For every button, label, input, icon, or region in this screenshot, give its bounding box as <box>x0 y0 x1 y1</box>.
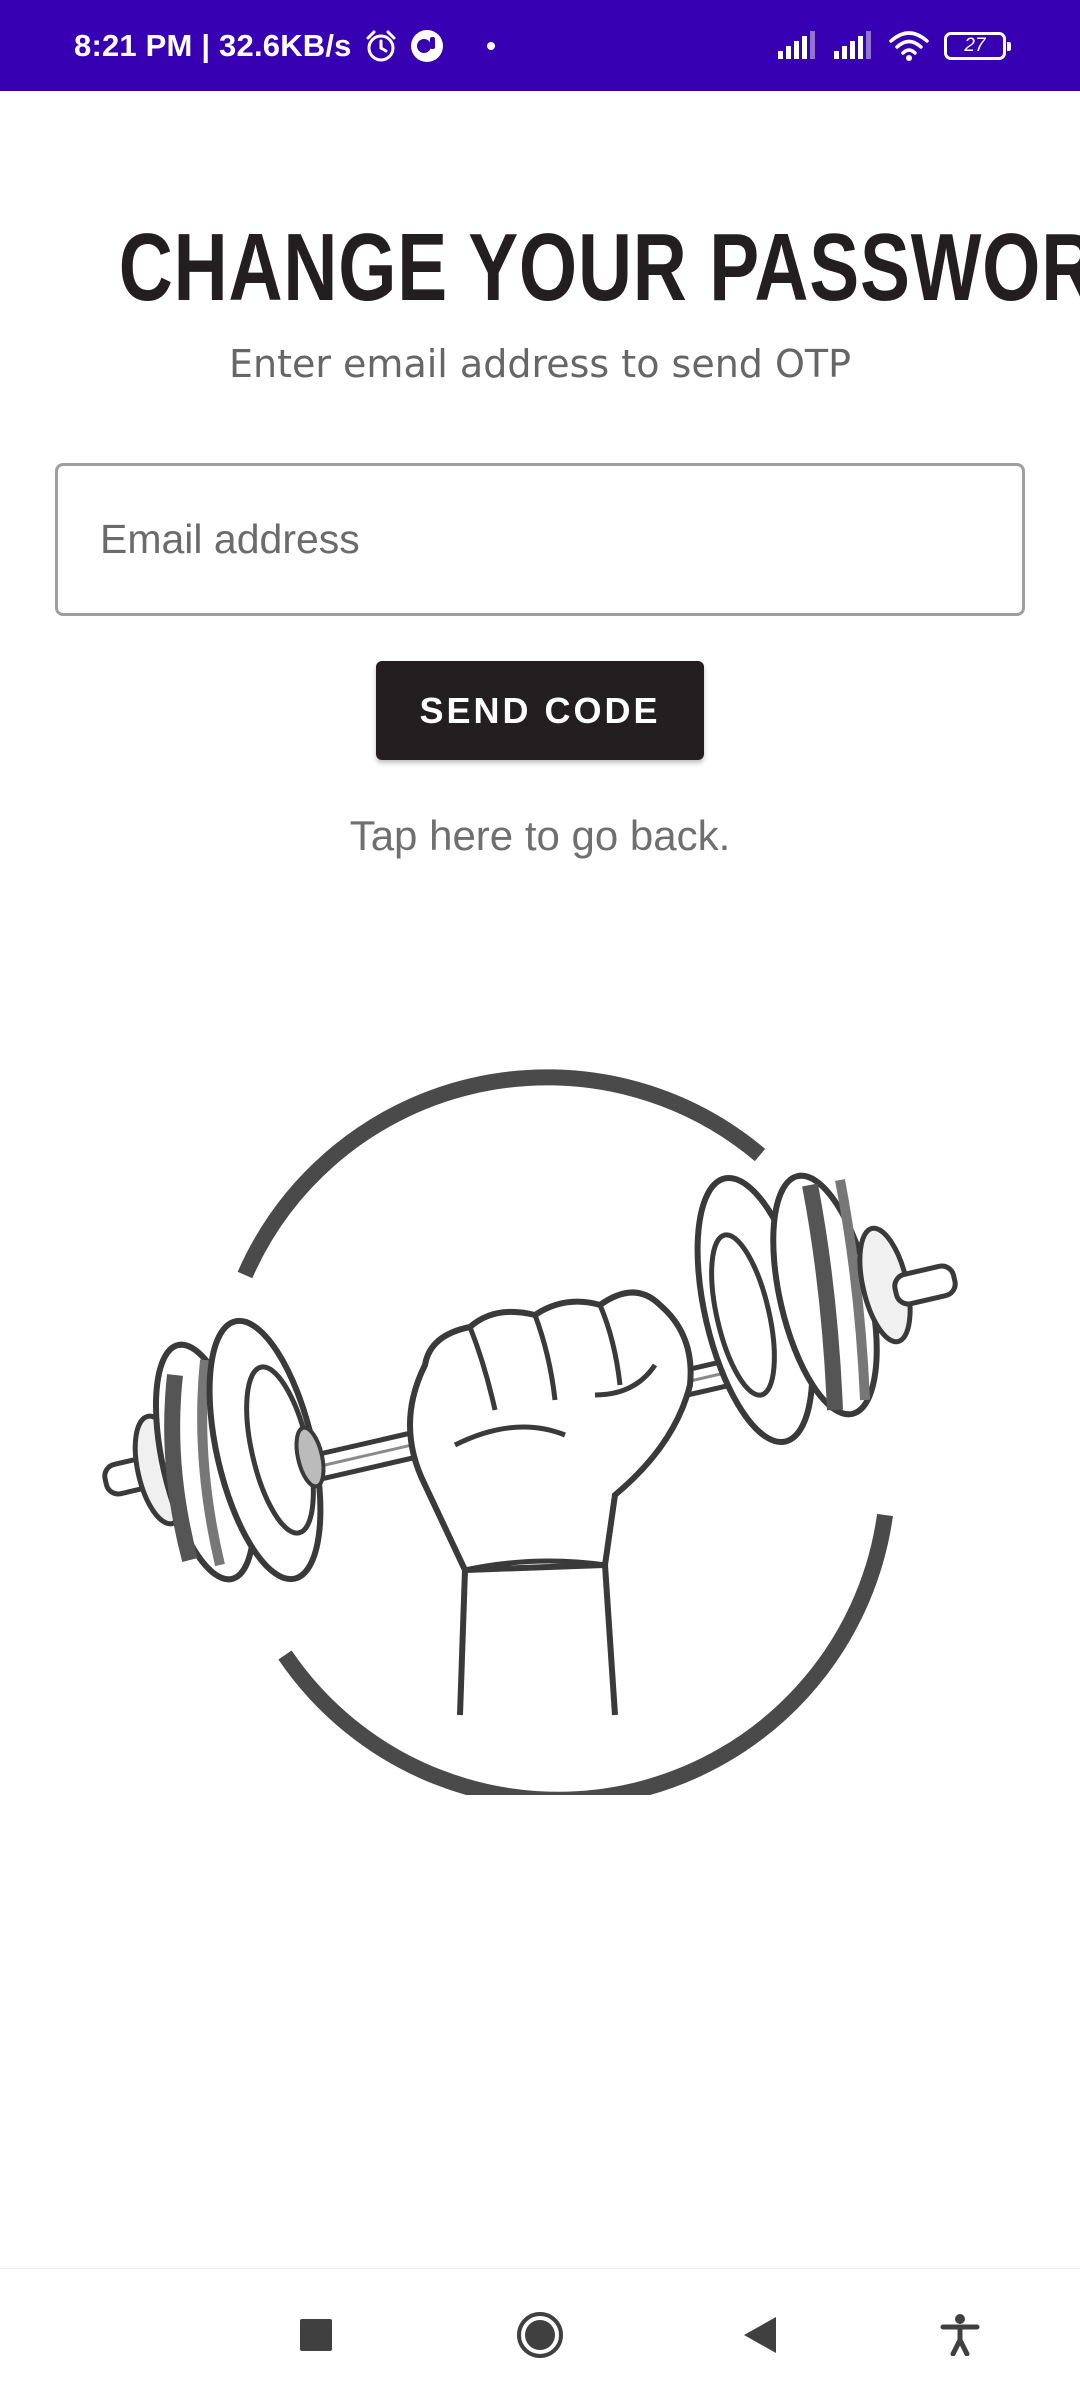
change-password-screen: 8:21 PM | 32.6KB/s 27 CHANGE YOUR PASSWO… <box>0 0 1080 2400</box>
send-code-button[interactable]: SEND CODE <box>376 661 704 760</box>
signal-icon <box>776 30 818 61</box>
status-right: 27 <box>776 0 1011 91</box>
notification-dot-icon <box>486 41 496 51</box>
home-circle-icon[interactable] <box>510 2269 570 2400</box>
battery-level: 27 <box>964 35 986 56</box>
status-left: 8:21 PM | 32.6KB/s <box>74 0 496 91</box>
dumbbell-fist-logo-icon <box>95 1065 985 1808</box>
navigation-bar <box>0 2268 1080 2400</box>
wifi-icon <box>888 30 930 62</box>
page-subtitle: Enter email address to send OTP <box>228 342 852 386</box>
email-field[interactable] <box>55 463 1025 616</box>
accessibility-icon[interactable] <box>936 2269 984 2400</box>
go-back-link[interactable]: Tap here to go back. <box>0 806 1080 866</box>
status-time: 8:21 PM | 32.6KB/s <box>74 27 352 63</box>
recents-square-icon[interactable] <box>280 2269 352 2400</box>
status-bar: 8:21 PM | 32.6KB/s 27 <box>0 0 1080 91</box>
alarm-icon <box>364 29 398 63</box>
signal-icon-2 <box>832 30 874 61</box>
battery-icon: 27 <box>944 31 1011 60</box>
page-title: CHANGE YOUR PASSWORD <box>118 214 1080 321</box>
app-notification-icon <box>410 29 444 63</box>
back-triangle-icon[interactable] <box>736 2269 784 2400</box>
